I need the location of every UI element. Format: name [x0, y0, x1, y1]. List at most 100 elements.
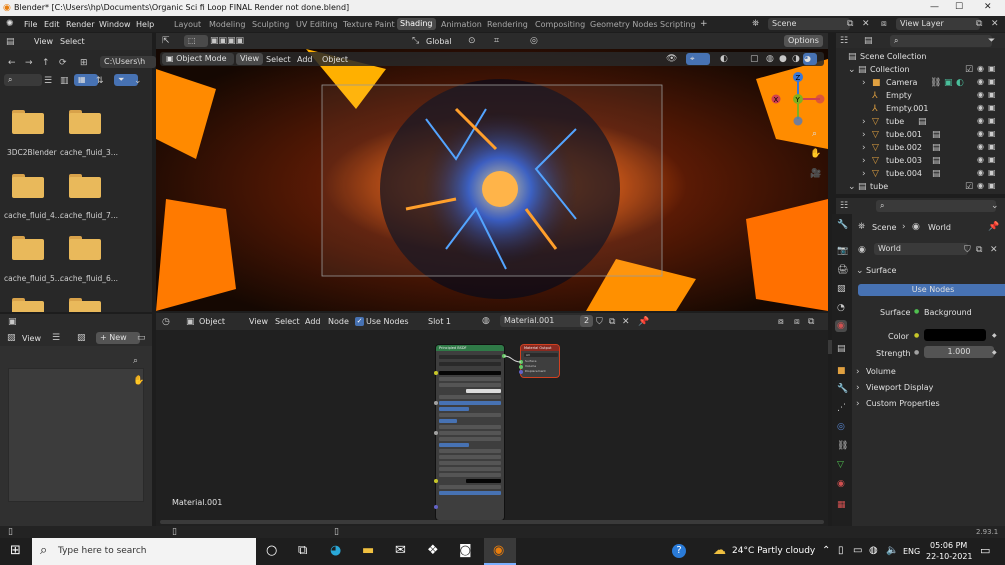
render-icon[interactable]: ▣	[988, 103, 996, 112]
minimize-button[interactable]: —	[930, 2, 939, 12]
folder-icon[interactable]	[12, 236, 44, 260]
outliner-row-tube-001[interactable]: › ▽ tube.001 ▤ ◉ ▣	[836, 128, 999, 141]
language-indicator[interactable]: ENG	[903, 547, 920, 556]
node-field[interactable]	[439, 485, 501, 489]
node-field[interactable]	[439, 491, 501, 495]
target-dropdown[interactable]: All	[524, 353, 558, 357]
display-columns-icon[interactable]: ▥	[60, 76, 69, 86]
node-field[interactable]	[439, 455, 501, 459]
github-icon[interactable]: ◙	[459, 544, 472, 558]
viewport-select-menu[interactable]: Select	[266, 55, 291, 64]
tab-texture-paint[interactable]: Texture Paint	[343, 20, 395, 29]
filter-icon[interactable]: ⏷	[988, 36, 995, 46]
dropdown-icon[interactable]: ⌄	[991, 201, 999, 211]
emission-color-field[interactable]	[466, 479, 501, 483]
tray-arrow-icon[interactable]: ⌃	[822, 544, 830, 558]
new-scene-icon[interactable]: ⧉	[847, 19, 853, 29]
gizmo-toggle[interactable]: ⌖	[686, 53, 710, 65]
material-name-field[interactable]: Material.001	[500, 315, 586, 327]
surface-input-socket[interactable]	[519, 360, 523, 364]
editor-type-icon[interactable]: ⇱	[162, 36, 170, 46]
eye-icon[interactable]: ◉	[977, 90, 984, 99]
animate-dot-icon[interactable]: ◆	[992, 331, 997, 341]
modifier-tab-icon[interactable]: 🔧	[837, 384, 848, 394]
image-view-menu[interactable]: View	[22, 334, 41, 343]
node-select-menu[interactable]: Select	[275, 317, 300, 326]
object-tab-icon[interactable]: ■	[837, 366, 846, 376]
outliner-row-tube-003[interactable]: › ▽ tube.003 ▤ ◉ ▣	[836, 154, 999, 167]
data-tab-icon[interactable]: ▽	[837, 460, 844, 470]
checkbox-icon[interactable]: ☑	[965, 65, 973, 75]
constraints-tab-icon[interactable]: ⛓	[837, 441, 848, 451]
folder-label[interactable]: cache_fluid_7...	[60, 211, 118, 220]
image-browse-icon[interactable]: ▨	[77, 333, 86, 343]
bsdf-output-socket[interactable]	[502, 354, 506, 358]
node-dropdown[interactable]	[439, 355, 501, 359]
eye-icon[interactable]: ◉	[977, 103, 984, 112]
world-name-field[interactable]: World	[874, 243, 968, 255]
expand-arrow-icon[interactable]: ›	[856, 367, 860, 377]
node-dropdown[interactable]	[439, 362, 501, 366]
folder-label[interactable]: cache_fluid_5...	[4, 274, 62, 283]
outliner-row-tube-004[interactable]: › ▽ tube.004 ▤ ◉ ▣	[836, 167, 999, 180]
node-field[interactable]	[439, 419, 457, 423]
expand-arrow-icon[interactable]: ›	[862, 156, 866, 166]
fake-user-icon[interactable]: ⛉	[596, 317, 603, 327]
folder-icon[interactable]	[69, 236, 101, 260]
view-layer-tab-icon[interactable]: ▧	[837, 284, 846, 294]
clock-time[interactable]: 05:06 PM	[930, 541, 967, 550]
shading-wireframe-icon[interactable]: ◍	[766, 54, 774, 64]
viewport[interactable]: ▣ Object Mode View Select Add Object 👁 ⌖…	[156, 49, 828, 311]
render-icon[interactable]: ▣	[988, 142, 996, 151]
node-field[interactable]	[439, 449, 501, 453]
orientation-icon[interactable]: ⤡	[412, 36, 419, 46]
pan-view-icon[interactable]: ✋	[810, 149, 821, 159]
node-field[interactable]	[439, 443, 469, 447]
scene-tab-icon[interactable]: ◔	[837, 303, 845, 313]
render-icon[interactable]: ▣	[988, 77, 996, 86]
tab-scripting[interactable]: Scripting	[660, 20, 696, 29]
display-list-icon[interactable]: ☰	[44, 76, 52, 86]
slot-selector[interactable]: Slot 1	[428, 317, 451, 326]
expand-arrow-icon[interactable]: ›	[862, 130, 866, 140]
animate-dot-icon[interactable]: ◆	[992, 348, 997, 358]
expand-arrow-icon[interactable]: ⌄	[848, 182, 856, 192]
surface-value[interactable]: Background	[924, 308, 972, 317]
render-icon[interactable]: ▣	[988, 64, 996, 73]
menu-render[interactable]: Render	[66, 20, 94, 29]
select-mode-icons[interactable]: ▣▣▣▣	[210, 36, 244, 46]
menu-window[interactable]: Window	[99, 20, 131, 29]
open-image-icon[interactable]: ▭	[137, 333, 146, 343]
help-icon[interactable]: ?	[672, 544, 686, 558]
use-nodes-checkbox[interactable]: ✓	[355, 317, 364, 326]
network-icon[interactable]: ◍	[869, 544, 878, 558]
delete-view-layer-icon[interactable]: ✕	[991, 19, 999, 29]
expand-arrow-icon[interactable]: ›	[862, 78, 866, 88]
viewport-add-menu[interactable]: Add	[297, 55, 313, 64]
windows-start-icon[interactable]: ⊞	[10, 544, 21, 558]
tab-uv-editing[interactable]: UV Editing	[296, 20, 338, 29]
tray-icon[interactable]: ▯	[838, 544, 844, 558]
render-icon[interactable]: ▣	[988, 155, 996, 164]
tab-geometry-nodes[interactable]: Geometry Nodes	[590, 20, 657, 29]
base-color-field[interactable]	[439, 371, 501, 375]
image-editor-canvas[interactable]: ⌕ ✋	[0, 346, 152, 526]
navigation-gizmo[interactable]: Z X Y	[770, 71, 826, 127]
folder-label[interactable]: 3DC2Blender	[7, 148, 57, 157]
folder-label[interactable]: cache_fluid_4...	[4, 211, 62, 220]
strength-field[interactable]: 1.000	[924, 346, 994, 358]
parent-dir-icon[interactable]: ↑	[42, 58, 50, 68]
expand-arrow-icon[interactable]: ›	[862, 117, 866, 127]
outliner-row-tube-collection[interactable]: ⌄ ▤ tube ☑ ◉ ▣	[836, 180, 999, 193]
folder-icon[interactable]	[69, 298, 101, 312]
unlink-world-icon[interactable]: ✕	[990, 245, 998, 255]
physics-tab-icon[interactable]: ◎	[837, 422, 845, 432]
folder-label[interactable]: cache_fluid_3...	[60, 148, 118, 157]
shading-material-icon[interactable]: ◑	[792, 54, 800, 64]
node-field[interactable]	[439, 395, 501, 399]
shader-type-icon[interactable]: ▣	[186, 317, 195, 327]
transform-orientation[interactable]: Global	[426, 37, 452, 46]
eye-icon[interactable]: ◉	[977, 116, 984, 125]
editor-type-icon[interactable]: ◷	[162, 317, 170, 327]
editor-type-icon[interactable]: ☷	[840, 201, 848, 211]
